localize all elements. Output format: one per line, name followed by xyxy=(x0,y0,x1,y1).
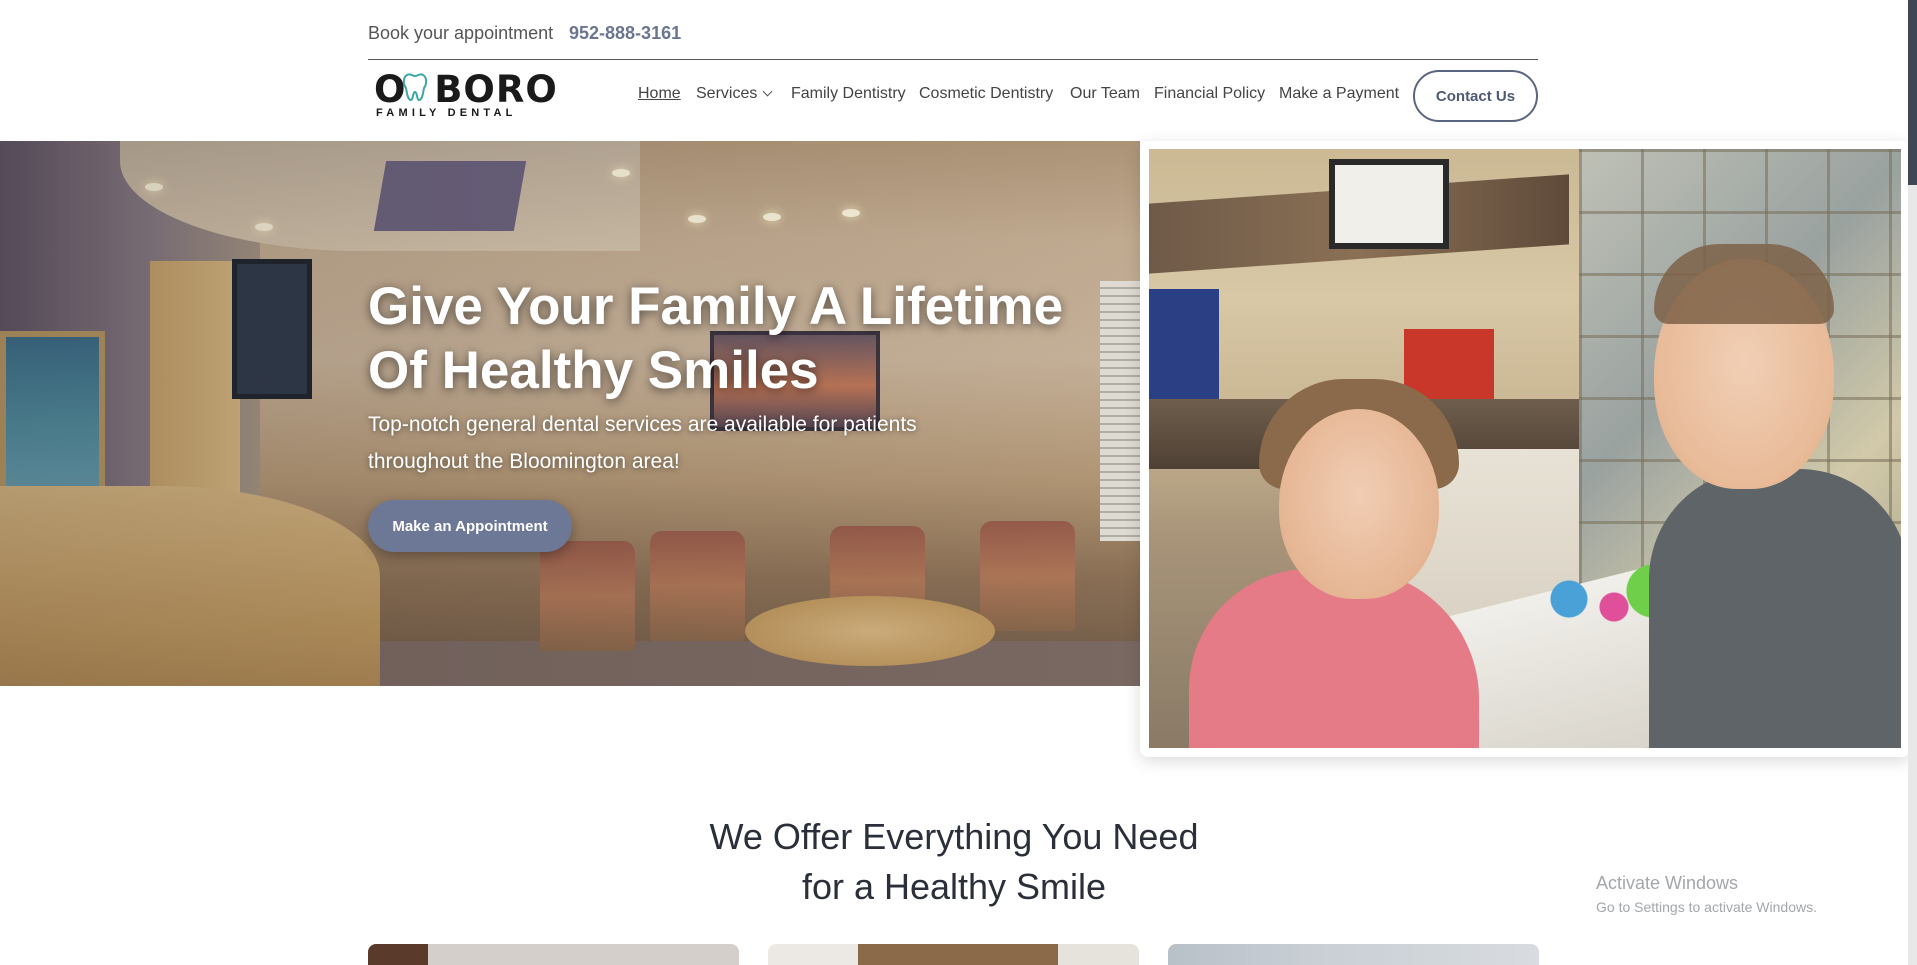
offer-section-title: We Offer Everything You Need for a Healt… xyxy=(600,812,1308,912)
nav-cosmetic-dentistry[interactable]: Cosmetic Dentistry xyxy=(919,85,1053,103)
nav-family-dentistry[interactable]: Family Dentistry xyxy=(791,85,906,103)
nav-home[interactable]: Home xyxy=(638,85,681,103)
nav-make-a-payment[interactable]: Make a Payment xyxy=(1279,85,1399,103)
chevron-down-icon xyxy=(762,86,773,97)
nav-our-team[interactable]: Our Team xyxy=(1070,85,1140,103)
page-scrollbar[interactable] xyxy=(1908,0,1917,965)
contact-us-button[interactable]: Contact Us xyxy=(1413,70,1538,122)
photo-blue-box xyxy=(1149,289,1219,399)
nav-financial-policy[interactable]: Financial Policy xyxy=(1154,85,1265,103)
photo-boy-hair xyxy=(1654,244,1834,324)
activate-windows-title: Activate Windows xyxy=(1596,873,1739,893)
book-appointment-label: Book your appointment xyxy=(368,23,554,43)
offer-title-line1: We Offer Everything You Need xyxy=(709,816,1199,857)
phone-link[interactable]: 952-888-3161 xyxy=(569,23,681,44)
top-bar: Book your appointment 952-888-3161 xyxy=(368,0,1538,60)
hero-title: Give Your Family A Lifetime Of Healthy S… xyxy=(368,277,1064,400)
activate-windows-subtitle: Go to Settings to activate Windows. xyxy=(1596,899,1817,915)
hero-subtitle: Top-notch general dental services are av… xyxy=(368,413,917,473)
photo-wall-frame xyxy=(1329,159,1449,249)
offer-title-line2: for a Healthy Smile xyxy=(801,866,1107,907)
service-card[interactable] xyxy=(368,944,739,965)
photo-girl-face xyxy=(1279,409,1439,599)
nav-services[interactable]: Services xyxy=(696,85,773,103)
make-appointment-button[interactable]: Make an Appointment xyxy=(368,500,572,552)
main-nav: Home Services Family Dentistry Cosmetic … xyxy=(0,85,1917,107)
nav-services-label: Services xyxy=(696,85,758,102)
logo-subtitle: FAMILY DENTAL xyxy=(376,107,517,119)
photo-boy xyxy=(1649,469,1901,748)
scrollbar-thumb[interactable] xyxy=(1908,0,1917,185)
service-card[interactable] xyxy=(1168,944,1539,965)
service-card[interactable] xyxy=(768,944,1139,965)
hero-photo-card xyxy=(1140,141,1910,757)
kids-photo xyxy=(1149,149,1901,748)
